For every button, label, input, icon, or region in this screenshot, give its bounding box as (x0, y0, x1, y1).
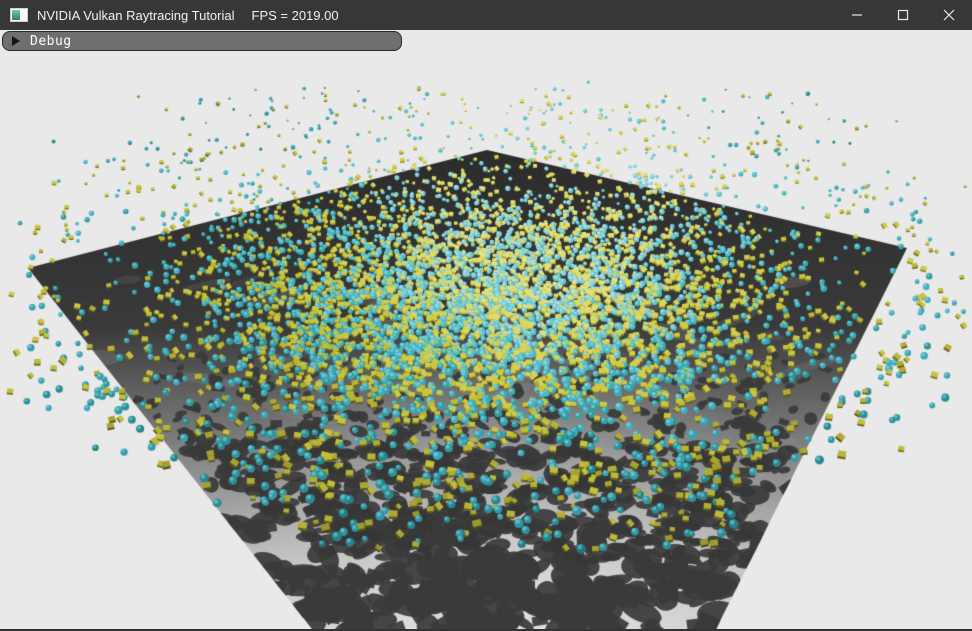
close-button[interactable] (926, 0, 972, 30)
app-icon-teal-pane (12, 10, 20, 20)
close-icon (943, 9, 955, 21)
fps-counter: FPS = 2019.00 (252, 8, 339, 23)
debug-panel-label: Debug (30, 34, 72, 49)
window-title: NVIDIA Vulkan Raytracing Tutorial (37, 8, 235, 23)
titlebar[interactable]: NVIDIA Vulkan Raytracing Tutorial FPS = … (0, 0, 972, 30)
maximize-button[interactable] (880, 0, 926, 30)
collapsed-arrow-icon[interactable] (12, 36, 20, 46)
app-icon (10, 8, 28, 22)
maximize-icon (897, 9, 909, 21)
viewport: Debug (0, 30, 972, 631)
minimize-button[interactable] (834, 0, 880, 30)
debug-panel-header[interactable]: Debug (2, 31, 402, 51)
raytraced-scene-canvas[interactable] (0, 30, 972, 631)
minimize-icon (851, 9, 863, 21)
